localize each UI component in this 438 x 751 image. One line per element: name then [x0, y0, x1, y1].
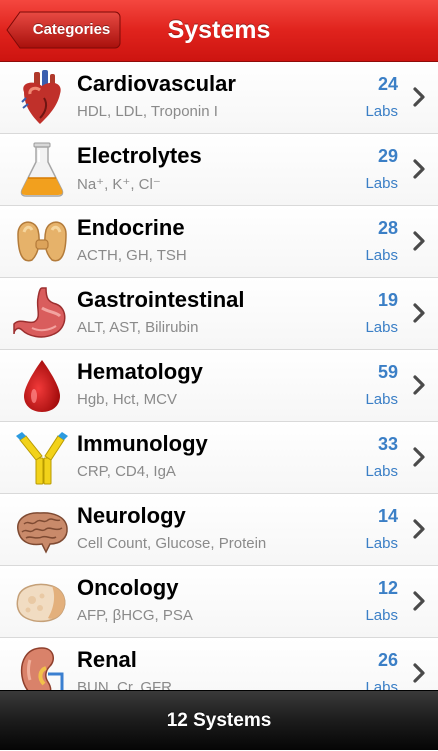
chevron-right-icon [413, 375, 425, 395]
systems-count-label: 12 Systems [166, 710, 272, 731]
system-name: Gastrointestinal [77, 287, 245, 312]
lab-count-unit: Labs [365, 247, 398, 264]
lab-count-unit: Labs [365, 535, 398, 552]
lab-count: 59 [377, 362, 398, 382]
systems-list: Cardiovascular HDL, LDL, Troponin I 24 L… [0, 62, 438, 690]
tumor-icon [16, 583, 66, 623]
kidney-icon [20, 647, 64, 690]
system-example-labs: Na⁺, K⁺, Cl⁻ [77, 176, 161, 193]
system-example-labs: HDL, LDL, Troponin I [77, 103, 218, 120]
categories-back-button[interactable]: Categories [6, 11, 121, 49]
stomach-icon [13, 287, 66, 338]
chevron-right-icon [413, 447, 425, 467]
list-item-immunology[interactable]: Immunology CRP, CD4, IgA 33 Labs [0, 422, 438, 494]
lab-count-unit: Labs [365, 607, 398, 624]
chevron-right-icon [413, 303, 425, 323]
list-item-renal[interactable]: Renal BUN, Cr, GFR 26 Labs [0, 638, 438, 690]
lab-count-unit: Labs [365, 175, 398, 192]
system-example-labs: BUN, Cr, GFR [77, 679, 173, 690]
system-example-labs: AFP, βHCG, PSA [77, 607, 193, 624]
system-example-labs: CRP, CD4, IgA [77, 463, 176, 480]
lab-count-unit: Labs [365, 103, 398, 120]
list-item-electrolytes[interactable]: Electrolytes Na⁺, K⁺, Cl⁻ 29 Labs [0, 134, 438, 206]
lab-count: 12 [377, 578, 398, 598]
system-name: Immunology [77, 431, 208, 456]
list-item-gastrointestinal[interactable]: Gastrointestinal ALT, AST, Bilirubin 19 … [0, 278, 438, 350]
chevron-right-icon [413, 231, 425, 251]
list-item-cardiovascular[interactable]: Cardiovascular HDL, LDL, Troponin I 24 L… [0, 62, 438, 134]
lab-count: 29 [377, 146, 398, 166]
system-name: Endocrine [77, 215, 185, 240]
antibody-icon [16, 432, 68, 485]
system-name: Renal [77, 647, 137, 672]
lab-count: 24 [377, 74, 398, 94]
lab-count: 33 [377, 434, 398, 454]
chevron-right-icon [413, 87, 425, 107]
system-name: Cardiovascular [77, 71, 236, 96]
lab-count-unit: Labs [365, 463, 398, 480]
list-item-neurology[interactable]: Neurology Cell Count, Glucose, Protein 1… [0, 494, 438, 566]
lab-count: 28 [377, 218, 398, 238]
lab-count-unit: Labs [365, 319, 398, 336]
thyroid-icon [17, 221, 67, 262]
lab-count-unit: Labs [365, 391, 398, 408]
system-name: Neurology [77, 503, 186, 528]
chevron-right-icon [413, 663, 425, 683]
system-example-labs: Cell Count, Glucose, Protein [77, 535, 267, 552]
chevron-right-icon [413, 519, 425, 539]
brain-icon [17, 512, 68, 554]
system-example-labs: ALT, AST, Bilirubin [77, 319, 199, 336]
lab-count: 26 [377, 650, 398, 670]
system-example-labs: Hgb, Hct, MCV [77, 391, 178, 408]
blood-drop-icon [24, 360, 60, 412]
list-item-oncology[interactable]: Oncology AFP, βHCG, PSA 12 Labs [0, 566, 438, 638]
list-item-hematology[interactable]: Hematology Hgb, Hct, MCV 59 Labs [0, 350, 438, 422]
heart-icon [21, 70, 61, 124]
bottom-toolbar: 12 Systems [0, 690, 438, 750]
flask-icon [20, 142, 64, 197]
chevron-right-icon [413, 591, 425, 611]
lab-count: 19 [377, 290, 398, 310]
list-item-endocrine[interactable]: Endocrine ACTH, GH, TSH 28 Labs [0, 206, 438, 278]
system-name: Hematology [77, 359, 203, 384]
lab-count-unit: Labs [365, 679, 398, 690]
system-name: Electrolytes [77, 143, 202, 168]
back-button-label: Categories [32, 21, 111, 38]
lab-count: 14 [377, 506, 398, 526]
system-name: Oncology [77, 575, 179, 600]
page-title: Systems [167, 16, 271, 44]
chevron-right-icon [413, 159, 425, 179]
system-example-labs: ACTH, GH, TSH [77, 247, 187, 264]
navigation-bar: Categories Systems [0, 0, 438, 62]
